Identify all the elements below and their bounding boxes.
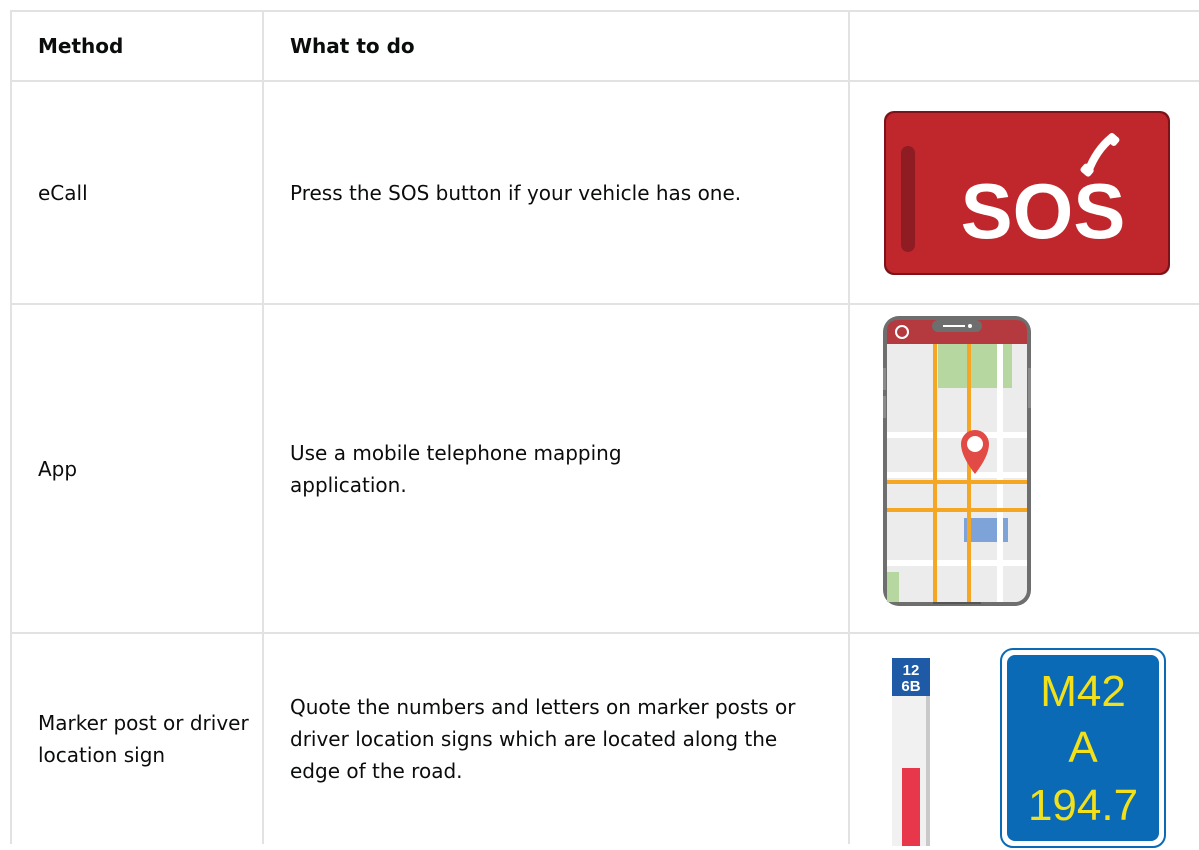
table-row: eCall Press the SOS button if your vehic…	[10, 80, 1199, 305]
header-image	[848, 10, 1199, 82]
location-sign-line2: A	[1068, 723, 1098, 772]
marker-post-image: 12 6B	[892, 658, 930, 846]
header-what-to-do: What to do	[262, 10, 850, 82]
what-to-do-cell: Use a mobile telephone mapping applicati…	[262, 303, 850, 634]
location-sign-line1: M42	[1040, 667, 1126, 716]
image-cell: SOS	[848, 80, 1199, 305]
method-cell: Marker post or driver location sign	[10, 632, 264, 844]
driver-location-sign-image: M42 A 194.7	[1000, 648, 1166, 848]
method-cell: App	[10, 303, 264, 634]
methods-table: Method What to do eCall Press the SOS bu…	[10, 10, 1199, 848]
marker-post-line2: 6B	[901, 678, 920, 695]
phone-map-image	[877, 312, 1037, 612]
table-row: App Use a mobile telephone mapping appli…	[10, 303, 1199, 634]
sos-button-image: SOS	[884, 111, 1170, 275]
location-sign-line3: 194.7	[1028, 781, 1138, 830]
what-to-do-cell: Press the SOS button if your vehicle has…	[262, 80, 850, 305]
image-cell: 12 6B M42 A 194.7	[848, 632, 1199, 848]
image-cell	[848, 303, 1199, 634]
sos-label: SOS	[961, 167, 1126, 255]
header-method: Method	[10, 10, 264, 82]
table-header-row: Method What to do	[10, 10, 1199, 82]
marker-post-line1: 12	[903, 662, 920, 679]
table-row: Marker post or driver location sign Quot…	[10, 632, 1199, 848]
method-cell: eCall	[10, 80, 264, 305]
what-to-do-cell: Quote the numbers and letters on marker …	[262, 632, 850, 844]
